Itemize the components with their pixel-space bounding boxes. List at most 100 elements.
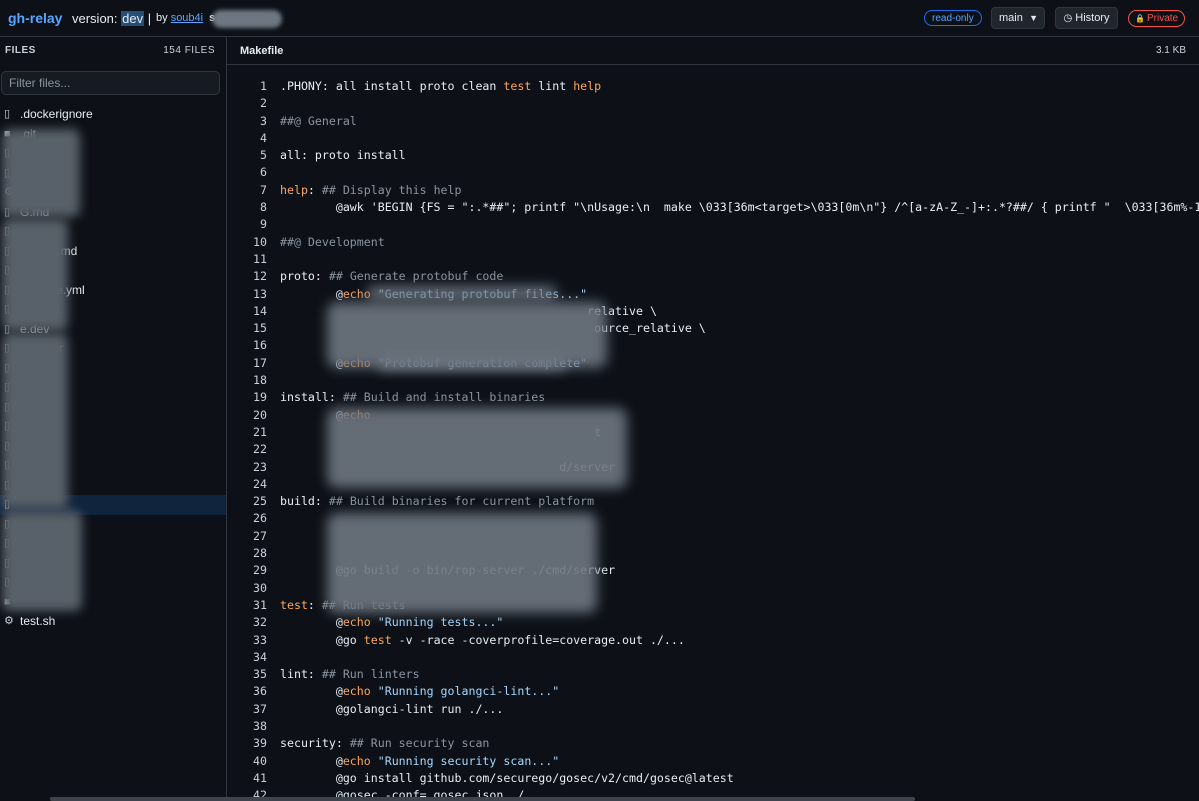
code-line: 37 @golangci-lint run ./... (227, 701, 1199, 718)
code-token: @ (280, 615, 343, 630)
line-source: @golangci-lint run ./... (280, 701, 504, 718)
redaction-blur (2, 511, 82, 611)
branch-select[interactable]: main ▼ (991, 7, 1045, 29)
code-line: 10 ##@ Development (227, 234, 1199, 251)
line-source: @echo "Running tests..." (280, 614, 504, 631)
line-source: ##@ General (280, 113, 357, 130)
file-icon: ▯ (4, 108, 11, 120)
code-line: 4 (227, 130, 1199, 147)
line-source: install: ## Build and install binaries (280, 389, 545, 406)
code-token: security: (280, 736, 350, 751)
read-only-badge: read-only (924, 10, 982, 26)
code-token: ## Run linters (321, 667, 420, 682)
line-number: 18 (253, 373, 267, 388)
code-token: lint (531, 79, 574, 93)
code-line: 1 .PHONY: all install proto clean test li… (227, 78, 1199, 95)
code-line: 9 (227, 216, 1199, 233)
code-line: 2 (227, 95, 1199, 112)
code-line: 41 @go install github.com/securego/gosec… (227, 770, 1199, 787)
code-token: ## Run security scan (349, 736, 490, 751)
line-number: 36 (253, 684, 267, 699)
file-tree-item[interactable]: ▯ .dockerignore (0, 105, 226, 125)
history-label: History (1075, 12, 1110, 24)
branch-name: main (999, 12, 1023, 24)
app-name[interactable]: gh-relay (8, 10, 62, 26)
code-line: 36 @echo "Running golangci-lint..." (227, 683, 1199, 700)
code-token: : (307, 597, 322, 612)
version-value: dev (121, 11, 145, 26)
redaction-blur (377, 356, 567, 370)
redaction-blur (367, 286, 557, 300)
redaction-blur (2, 333, 68, 509)
line-number: 25 (253, 494, 267, 509)
code-token: test (503, 79, 532, 93)
author-link[interactable]: soub4i (171, 12, 203, 24)
file-name-label: .dockerignore (20, 107, 93, 121)
byline: by soub4is (156, 12, 215, 24)
code-token: echo (342, 753, 371, 768)
redacted-pill (212, 10, 282, 28)
clock-icon: ◷ (1063, 13, 1073, 24)
code-token: @ (280, 684, 343, 699)
code-line: 7 help: ## Display this help (227, 182, 1199, 199)
code-token: help (280, 182, 308, 197)
line-source: @go test -v -race -coverprofile=coverage… (280, 632, 685, 649)
filter-files-input[interactable] (1, 71, 220, 95)
line-number: 20 (253, 407, 267, 422)
file-tree-item[interactable]: ⚙ test.sh (0, 612, 226, 632)
version-label: version: dev | (72, 11, 151, 26)
line-source: @echo "Running golangci-lint..." (280, 683, 559, 700)
code-line: 12 proto: ## Generate protobuf code (227, 268, 1199, 285)
code-line: 19 install: ## Build and install binaries (227, 389, 1199, 406)
code-token: echo (342, 615, 371, 630)
redaction-blur (2, 219, 68, 331)
version-prefix: version: (72, 11, 122, 26)
code-token: @go install github.com/securego/gosec/v2… (280, 770, 734, 785)
line-number: 22 (253, 442, 267, 457)
code-token: test (363, 632, 392, 647)
line-number: 4 (260, 130, 267, 145)
line-source: build: ## Build binaries for current pla… (280, 493, 594, 510)
code-token: ## Build binaries for current platform (328, 494, 595, 509)
code-line: 6 (227, 164, 1199, 181)
line-number: 32 (253, 615, 267, 630)
line-number: 26 (253, 511, 267, 526)
code-token: -v -race -coverprofile=coverage.out ./..… (391, 632, 685, 647)
code-token: ##@ Development (280, 234, 385, 249)
line-source: proto: ## Generate protobuf code (280, 268, 503, 285)
line-number: 8 (260, 200, 267, 215)
code-line: 39 security: ## Run security scan (227, 735, 1199, 752)
horizontal-scrollbar[interactable] (50, 797, 915, 801)
line-source: .PHONY: all install proto clean test lin… (280, 78, 601, 95)
line-number: 16 (253, 338, 267, 353)
chevron-down-icon: ▼ (1029, 13, 1038, 23)
code-token: .PHONY: all install proto clean (280, 79, 504, 93)
line-number: 19 (253, 390, 267, 405)
files-heading: FILES (5, 45, 36, 56)
line-number: 28 (253, 546, 267, 561)
line-source: security: ## Run security scan (280, 735, 489, 752)
code-token: build: (280, 494, 329, 509)
code-line: 34 (227, 649, 1199, 666)
line-number: 33 (253, 632, 267, 647)
line-number: 35 (253, 667, 267, 682)
code-line: 25 build: ## Build binaries for current p… (227, 493, 1199, 510)
line-number: 24 (253, 476, 267, 491)
code-line: 18 (227, 372, 1199, 389)
version-separator: | (144, 11, 152, 26)
history-button[interactable]: ◷ History (1055, 7, 1118, 29)
code-view[interactable]: 1 .PHONY: all install proto clean test li… (227, 78, 1199, 801)
line-number: 30 (253, 580, 267, 595)
code-token: "Running golangci-lint..." (377, 684, 560, 699)
file-header: Makefile 3.1 KB (227, 37, 1199, 65)
code-token: @go (280, 632, 364, 647)
code-token: "Running tests..." (377, 615, 504, 630)
line-number: 2 (260, 96, 267, 111)
line-source: @awk 'BEGIN {FS = ":.*##"; printf "\nUsa… (280, 199, 1199, 216)
line-number: 17 (253, 355, 267, 370)
file-sidebar: FILES 154 FILES ▯.dockerignore■.git▯▯⚙▯G… (0, 37, 227, 801)
redaction-blur (327, 408, 627, 488)
by-label: by (156, 12, 171, 24)
line-number: 41 (253, 770, 267, 785)
